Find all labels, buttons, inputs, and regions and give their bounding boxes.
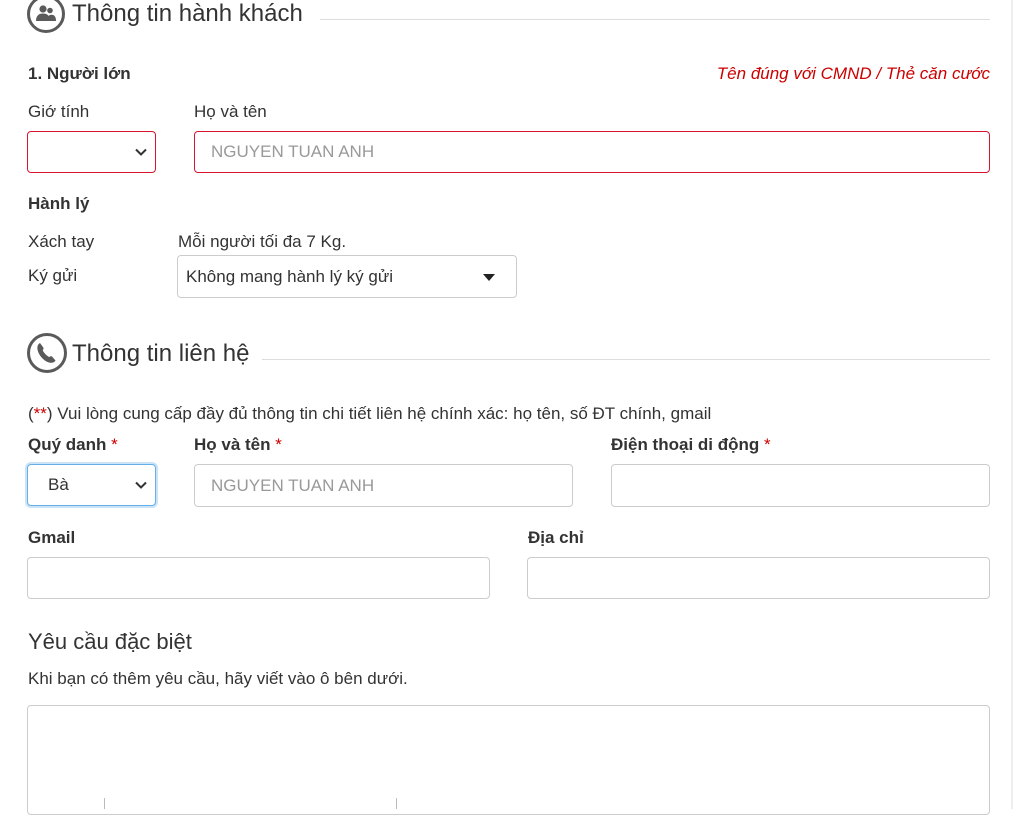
phone-label: Điện thoại di động * xyxy=(611,435,771,455)
passenger-fullname-input[interactable] xyxy=(194,131,990,173)
carry-on-label: Xách tay xyxy=(28,232,95,251)
carry-on-value: Mỗi người tối đa 7 Kg. xyxy=(178,232,347,251)
special-request-description: Khi bạn có thêm yêu cầu, hãy viết vào ô … xyxy=(28,669,408,688)
phone-input[interactable] xyxy=(611,464,990,507)
checked-baggage-value: Không mang hành lý ký gửi xyxy=(186,266,394,286)
divider xyxy=(396,798,397,809)
contact-note: (**) Vui lòng cung cấp đầy đủ thông tin … xyxy=(28,404,711,424)
special-request-title: Yêu cầu đặc biệt xyxy=(28,629,192,654)
contact-fullname-label-text: Họ và tên xyxy=(194,435,271,454)
checked-baggage-label: Ký gửi xyxy=(28,266,78,285)
special-request-textarea[interactable] xyxy=(27,705,990,815)
gender-select[interactable] xyxy=(27,131,156,173)
phone-icon xyxy=(27,333,67,373)
passenger-section-title: Thông tin hành khách xyxy=(72,0,303,27)
phone-label-text: Điện thoại di động xyxy=(611,435,760,454)
gender-label: Giớ tính xyxy=(28,102,90,121)
contact-section-divider xyxy=(262,359,990,360)
salutation-select[interactable]: Bà xyxy=(27,464,156,506)
contact-fullname-input[interactable] xyxy=(194,464,573,507)
passenger-section-divider xyxy=(320,19,990,20)
adult-heading: 1. Người lớn xyxy=(28,64,131,83)
salutation-select-value: Bà xyxy=(48,475,69,494)
address-input[interactable] xyxy=(527,557,990,599)
caret-down-icon xyxy=(483,273,495,281)
chevron-down-icon xyxy=(135,481,147,489)
contact-section-title: Thông tin liên hệ xyxy=(72,340,250,367)
salutation-label: Quý danh * xyxy=(28,435,118,455)
contact-fullname-label: Họ và tên * xyxy=(194,435,282,455)
checked-baggage-select[interactable]: Không mang hành lý ký gửi xyxy=(177,255,517,298)
passenger-fullname-label: Họ và tên xyxy=(194,102,267,121)
chevron-down-icon xyxy=(135,148,147,156)
contact-note-stars: ** xyxy=(33,404,47,423)
required-mark: * xyxy=(275,435,282,454)
baggage-heading: Hành lý xyxy=(28,194,90,213)
gmail-label: Gmail xyxy=(28,528,76,547)
required-mark: * xyxy=(764,435,771,454)
required-mark: * xyxy=(111,435,118,454)
address-label: Địa chỉ xyxy=(528,528,584,547)
contact-note-text: ) Vui lòng cung cấp đầy đủ thông tin chi… xyxy=(46,404,712,423)
salutation-label-text: Quý danh xyxy=(28,435,107,454)
gmail-input[interactable] xyxy=(27,557,490,599)
people-icon xyxy=(27,0,65,33)
divider xyxy=(104,798,105,809)
name-hint: Tên đúng với CMND / Thẻ căn cước xyxy=(716,64,990,83)
